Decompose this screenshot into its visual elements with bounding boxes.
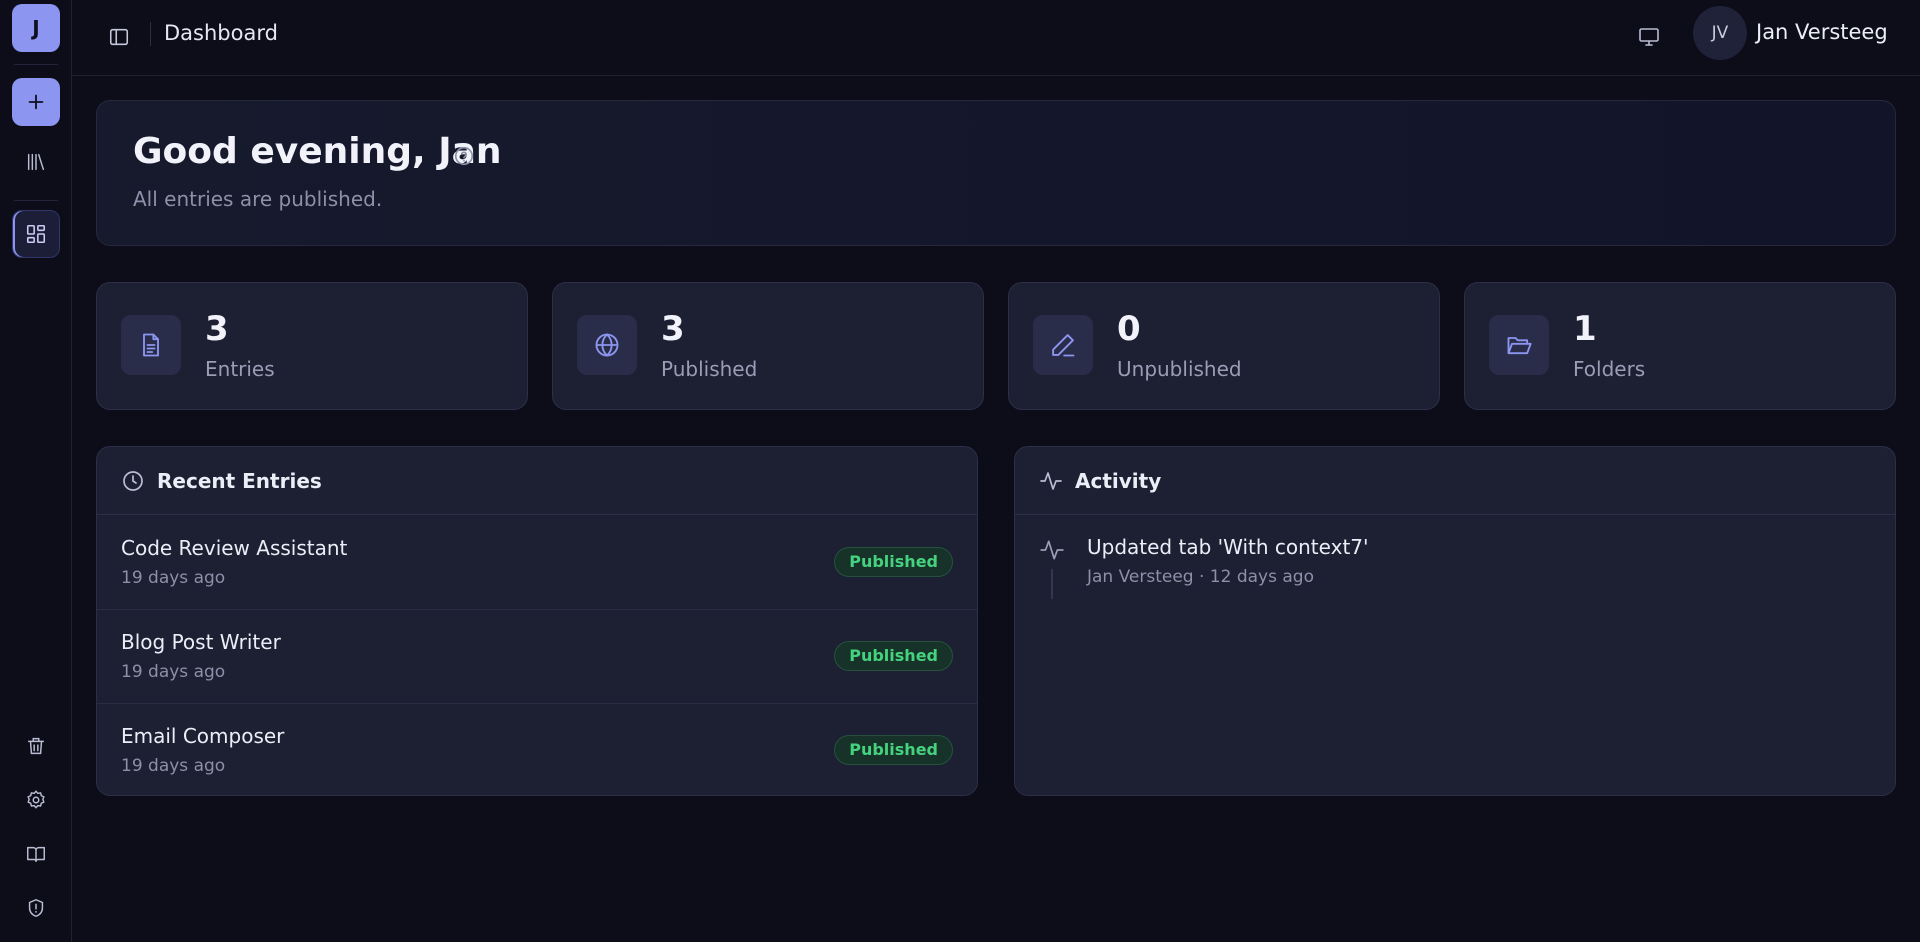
panel-header: Activity	[1015, 447, 1895, 515]
stat-card-unpublished[interactable]: 0 Unpublished	[1008, 282, 1440, 410]
recent-entries-panel: Recent Entries Code Review Assistant 19 …	[96, 446, 978, 796]
sidebar-item-settings[interactable]	[12, 776, 60, 824]
list-item[interactable]: Email Composer 19 days ago Published	[97, 704, 977, 795]
clock-icon	[123, 471, 143, 491]
new-entry-button[interactable]	[12, 78, 60, 126]
panel-title: Recent Entries	[157, 469, 322, 493]
sidebar: J	[0, 0, 72, 942]
timeline-line	[1051, 569, 1053, 599]
workspace-logo-button[interactable]: J	[12, 4, 60, 52]
panel-header: Recent Entries	[97, 447, 977, 515]
stat-value: 3	[205, 309, 229, 349]
welcome-subtitle: All entries are published.	[133, 187, 383, 211]
stat-label: Folders	[1573, 357, 1646, 381]
activity-icon	[1040, 540, 1064, 560]
avatar-initials: JV	[1711, 23, 1729, 43]
stat-icon-box	[1033, 315, 1093, 375]
list-item[interactable]: Code Review Assistant 19 days ago Publis…	[97, 516, 977, 610]
entry-time: 19 days ago	[121, 662, 226, 682]
display-mode-button[interactable]	[1630, 18, 1668, 56]
library-icon	[27, 153, 45, 171]
folder-open-icon	[1507, 337, 1532, 355]
stat-value: 1	[1573, 309, 1597, 349]
book-icon	[27, 846, 45, 863]
sidebar-divider	[14, 64, 58, 65]
stat-label: Entries	[205, 357, 275, 381]
help-circle-icon[interactable]	[453, 145, 475, 167]
entry-time: 19 days ago	[121, 756, 226, 776]
sidebar-item-security[interactable]	[12, 884, 60, 932]
topbar-separator	[150, 22, 151, 46]
stat-label: Unpublished	[1117, 357, 1242, 381]
monitor-icon	[1639, 28, 1659, 46]
trash-icon	[27, 737, 45, 755]
topbar: Dashboard JV Jan Versteeg	[72, 0, 1920, 76]
sidebar-toggle-button[interactable]	[102, 20, 136, 54]
welcome-card: Good evening, Jan All entries are publis…	[96, 100, 1896, 246]
gear-icon	[27, 790, 45, 809]
activity-icon	[1040, 472, 1062, 490]
sidebar-toggle-icon	[109, 28, 129, 46]
stat-label: Published	[661, 357, 758, 381]
user-name[interactable]: Jan Versteeg	[1756, 20, 1888, 44]
stat-icon-box	[1489, 315, 1549, 375]
status-badge: Published	[834, 641, 953, 671]
app: J Dashboard JV Jan Versteeg Good evening…	[0, 0, 1920, 942]
activity-title: Updated tab 'With context7'	[1087, 535, 1369, 559]
activity-item[interactable]: Updated tab 'With context7' Jan Versteeg…	[1039, 535, 1869, 599]
dashboard-icon	[26, 224, 46, 244]
stat-icon-box	[577, 315, 637, 375]
activity-panel: Activity Updated tab 'With context7' Jan…	[1014, 446, 1896, 796]
activity-meta: Jan Versteeg · 12 days ago	[1087, 567, 1314, 587]
stat-value: 0	[1117, 309, 1141, 349]
stat-card-folders[interactable]: 1 Folders	[1464, 282, 1896, 410]
page-title: Dashboard	[164, 21, 278, 45]
sidebar-item-dashboard[interactable]	[12, 210, 60, 258]
stat-icon-box	[121, 315, 181, 375]
sidebar-divider	[14, 200, 58, 201]
entry-name: Email Composer	[121, 724, 285, 748]
panel-title: Activity	[1075, 469, 1162, 493]
stat-value: 3	[661, 309, 685, 349]
stat-card-entries[interactable]: 3 Entries	[96, 282, 528, 410]
sidebar-item-docs[interactable]	[12, 830, 60, 878]
sidebar-item-trash[interactable]	[12, 722, 60, 770]
welcome-title: Good evening, Jan	[133, 131, 502, 172]
entry-time: 19 days ago	[121, 568, 226, 588]
document-icon	[143, 333, 159, 357]
avatar[interactable]: JV	[1693, 6, 1747, 60]
globe-icon	[595, 333, 619, 357]
plus-icon	[28, 94, 44, 110]
stat-card-published[interactable]: 3 Published	[552, 282, 984, 410]
shield-icon	[28, 898, 44, 918]
pencil-icon	[1052, 334, 1075, 357]
status-badge: Published	[834, 547, 953, 577]
list-item[interactable]: Blog Post Writer 19 days ago Published	[97, 610, 977, 704]
entry-name: Code Review Assistant	[121, 536, 348, 560]
status-badge: Published	[834, 735, 953, 765]
workspace-logo-letter: J	[32, 16, 40, 40]
entry-name: Blog Post Writer	[121, 630, 281, 654]
sidebar-item-library[interactable]	[12, 138, 60, 186]
